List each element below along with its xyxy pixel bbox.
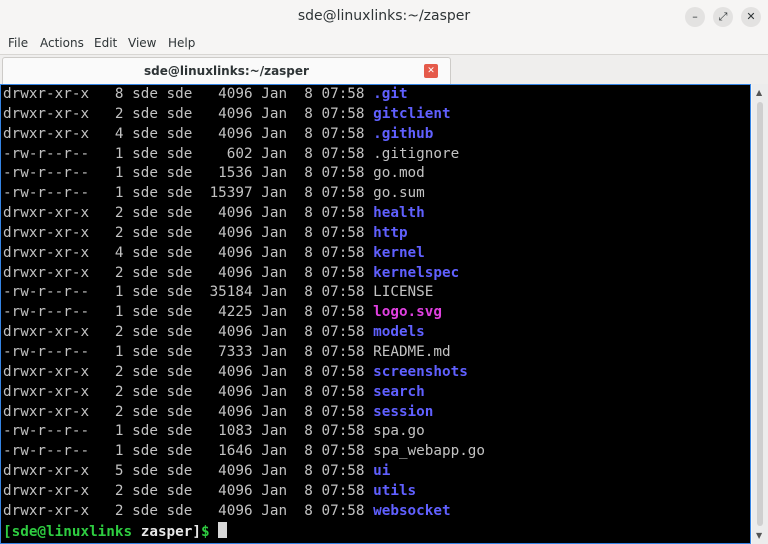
listing-meta: drwxr-xr-x 4 sde sde 4096 Jan 8 07:58 xyxy=(3,125,374,142)
listing-row: drwxr-xr-x 2 sde sde 4096 Jan 8 07:58 mo… xyxy=(3,323,485,343)
listing-name: kernel xyxy=(373,244,425,261)
listing-name: go.sum xyxy=(373,185,425,202)
minimize-button[interactable]: – xyxy=(685,7,705,27)
listing-meta: drwxr-xr-x 2 sde sde 4096 Jan 8 07:58 xyxy=(3,482,374,499)
prompt-user-host: [sde@linuxlinks xyxy=(3,523,133,540)
listing-row: drwxr-xr-x 2 sde sde 4096 Jan 8 07:58 ke… xyxy=(3,264,485,284)
listing-meta: -rw-r--r-- 1 sde sde 4225 Jan 8 07:58 xyxy=(3,304,374,321)
listing-row: drwxr-xr-x 4 sde sde 4096 Jan 8 07:58 .g… xyxy=(3,125,485,145)
menu-view[interactable]: View xyxy=(128,33,156,54)
maximize-button[interactable]: ⤢ xyxy=(713,7,733,27)
text-cursor xyxy=(217,521,227,538)
listing-meta: drwxr-xr-x 2 sde sde 4096 Jan 8 07:58 xyxy=(3,324,374,341)
listing-row: -rw-r--r-- 1 sde sde 7333 Jan 8 07:58 RE… xyxy=(3,343,485,363)
listing-row: -rw-r--r-- 1 sde sde 35184 Jan 8 07:58 L… xyxy=(3,283,485,303)
listing-row: -rw-r--r-- 1 sde sde 15397 Jan 8 07:58 g… xyxy=(3,184,485,204)
listing-meta: -rw-r--r-- 1 sde sde 1536 Jan 8 07:58 xyxy=(3,165,374,182)
listing-name: models xyxy=(373,324,425,341)
listing-meta: drwxr-xr-x 2 sde sde 4096 Jan 8 07:58 xyxy=(3,363,374,380)
listing-name: health xyxy=(373,205,425,222)
listing-row: -rw-r--r-- 1 sde sde 1646 Jan 8 07:58 sp… xyxy=(3,442,485,462)
listing-meta: drwxr-xr-x 2 sde sde 4096 Jan 8 07:58 xyxy=(3,383,374,400)
window-titlebar[interactable]: sde@linuxlinks:~/zasper – ⤢ ✕ xyxy=(0,0,768,33)
menu-edit[interactable]: Edit xyxy=(94,33,117,54)
scrollbar-track[interactable] xyxy=(757,102,763,526)
listing-name: websocket xyxy=(373,502,451,519)
listing-name: spa_webapp.go xyxy=(373,443,486,460)
listing-meta: drwxr-xr-x 2 sde sde 4096 Jan 8 07:58 xyxy=(3,264,374,281)
listing-name: logo.svg xyxy=(373,304,442,321)
tab-close-icon[interactable]: ✕ xyxy=(424,64,438,78)
listing-row: -rw-r--r-- 1 sde sde 602 Jan 8 07:58 .gi… xyxy=(3,145,485,165)
listing-row: drwxr-xr-x 4 sde sde 4096 Jan 8 07:58 ke… xyxy=(3,244,485,264)
listing-meta: drwxr-xr-x 5 sde sde 4096 Jan 8 07:58 xyxy=(3,463,374,480)
listing-name: search xyxy=(373,383,425,400)
menu-bar: File Actions Edit View Help xyxy=(0,33,768,54)
menu-actions[interactable]: Actions xyxy=(40,33,84,54)
listing-row: drwxr-xr-x 2 sde sde 4096 Jan 8 07:58 se… xyxy=(3,383,485,403)
listing-name: .git xyxy=(373,86,408,102)
listing-meta: drwxr-xr-x 4 sde sde 4096 Jan 8 07:58 xyxy=(3,244,374,261)
scroll-up-arrow-icon[interactable]: ▲ xyxy=(756,88,762,97)
listing-row: drwxr-xr-x 2 sde sde 4096 Jan 8 07:58 gi… xyxy=(3,105,485,125)
tab-terminal[interactable]: sde@linuxlinks:~/zasper ✕ xyxy=(2,57,451,85)
listing-name: session xyxy=(373,403,434,420)
listing-name: screenshots xyxy=(373,363,468,380)
listing-meta: -rw-r--r-- 1 sde sde 15397 Jan 8 07:58 xyxy=(3,185,374,202)
scrollbar[interactable]: ▲ ▼ xyxy=(752,84,768,544)
listing-meta: -rw-r--r-- 1 sde sde 1083 Jan 8 07:58 xyxy=(3,423,374,440)
listing-name: .github xyxy=(373,125,434,142)
listing-name: utils xyxy=(373,482,417,499)
listing-row: -rw-r--r-- 1 sde sde 1536 Jan 8 07:58 go… xyxy=(3,164,485,184)
listing-row: -rw-r--r-- 1 sde sde 4225 Jan 8 07:58 lo… xyxy=(3,303,485,323)
listing-meta: drwxr-xr-x 2 sde sde 4096 Jan 8 07:58 xyxy=(3,224,374,241)
listing-meta: drwxr-xr-x 2 sde sde 4096 Jan 8 07:58 xyxy=(3,502,374,519)
listing-row: drwxr-xr-x 5 sde sde 4096 Jan 8 07:58 ui xyxy=(3,462,485,482)
tab-bar: sde@linuxlinks:~/zasper ✕ xyxy=(0,54,768,85)
listing-row: drwxr-xr-x 2 sde sde 4096 Jan 8 07:58 he… xyxy=(3,204,485,224)
listing-name: gitclient xyxy=(373,105,451,122)
listing-meta: drwxr-xr-x 2 sde sde 4096 Jan 8 07:58 xyxy=(3,105,374,122)
listing-meta: -rw-r--r-- 1 sde sde 7333 Jan 8 07:58 xyxy=(3,343,374,360)
listing-name: http xyxy=(373,224,408,241)
listing-meta: drwxr-xr-x 2 sde sde 4096 Jan 8 07:58 xyxy=(3,403,374,420)
listing-row: -rw-r--r-- 1 sde sde 1083 Jan 8 07:58 sp… xyxy=(3,422,485,442)
listing-row: drwxr-xr-x 8 sde sde 4096 Jan 8 07:58 .g… xyxy=(3,85,485,105)
listing-name: go.mod xyxy=(373,165,425,182)
listing-name: ui xyxy=(373,463,391,480)
listing-row: drwxr-xr-x 2 sde sde 4096 Jan 8 07:58 ut… xyxy=(3,482,485,502)
listing-meta: -rw-r--r-- 1 sde sde 35184 Jan 8 07:58 xyxy=(3,284,374,301)
prompt-line[interactable]: [sde@linuxlinks zasper]$ xyxy=(3,521,485,542)
listing-row: drwxr-xr-x 2 sde sde 4096 Jan 8 07:58 se… xyxy=(3,403,485,423)
listing-row: drwxr-xr-x 2 sde sde 4096 Jan 8 07:58 sc… xyxy=(3,363,485,383)
listing-name: README.md xyxy=(373,343,451,360)
menu-file[interactable]: File xyxy=(8,33,28,54)
listing-meta: drwxr-xr-x 2 sde sde 4096 Jan 8 07:58 xyxy=(3,205,374,222)
terminal-output: drwxr-xr-x 8 sde sde 4096 Jan 8 07:58 .g… xyxy=(3,85,485,541)
tab-label: sde@linuxlinks:~/zasper xyxy=(144,64,309,78)
listing-row: drwxr-xr-x 2 sde sde 4096 Jan 8 07:58 we… xyxy=(3,502,485,522)
close-button[interactable]: ✕ xyxy=(741,7,761,27)
scroll-down-arrow-icon[interactable]: ▼ xyxy=(756,531,762,540)
listing-meta: drwxr-xr-x 8 sde sde 4096 Jan 8 07:58 xyxy=(3,86,374,102)
menu-help[interactable]: Help xyxy=(168,33,195,54)
prompt-cwd: zasper] xyxy=(140,523,201,540)
listing-meta: -rw-r--r-- 1 sde sde 1646 Jan 8 07:58 xyxy=(3,443,374,460)
window-title: sde@linuxlinks:~/zasper xyxy=(297,8,471,24)
listing-name: kernelspec xyxy=(373,264,460,281)
listing-meta: -rw-r--r-- 1 sde sde 602 Jan 8 07:58 xyxy=(3,145,374,162)
listing-name: LICENSE xyxy=(373,284,434,301)
listing-row: drwxr-xr-x 2 sde sde 4096 Jan 8 07:58 ht… xyxy=(3,224,485,244)
terminal-view[interactable]: drwxr-xr-x 8 sde sde 4096 Jan 8 07:58 .g… xyxy=(0,84,751,544)
listing-name: spa.go xyxy=(373,423,425,440)
listing-name: .gitignore xyxy=(373,145,460,162)
prompt-symbol: $ xyxy=(201,523,210,540)
